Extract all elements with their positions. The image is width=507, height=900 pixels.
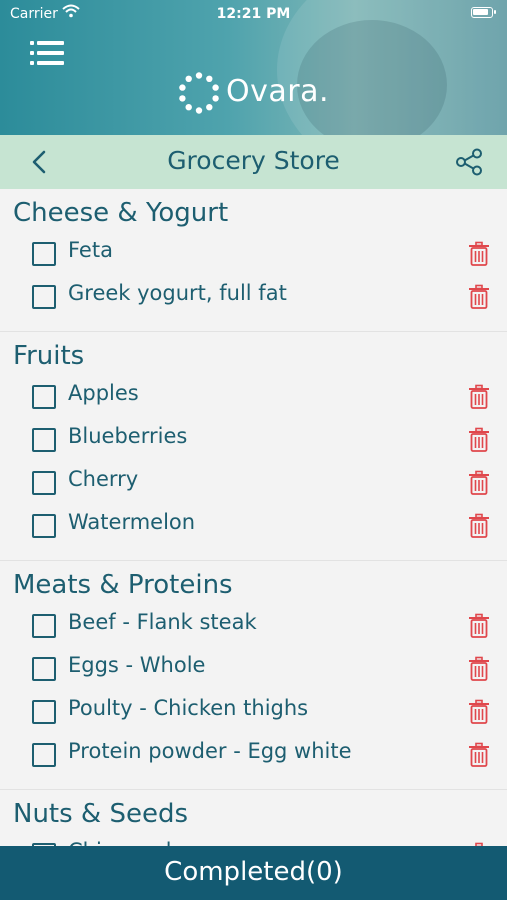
- trash-icon[interactable]: [468, 742, 490, 768]
- trash-icon[interactable]: [468, 427, 490, 453]
- category-section: Meats & Proteins Beef - Flank steak Eggs -…: [0, 561, 507, 790]
- status-bar: Carrier 12:21 PM: [0, 0, 507, 28]
- item-label: Watermelon: [68, 510, 196, 534]
- item-checkbox[interactable]: [32, 385, 56, 409]
- grocery-list: Cheese & Yogurt Feta Greek yogurt, full fa…: [0, 189, 507, 846]
- item-checkbox[interactable]: [32, 614, 56, 638]
- trash-icon[interactable]: [468, 241, 490, 267]
- item-checkbox[interactable]: [32, 743, 56, 767]
- item-checkbox[interactable]: [32, 657, 56, 681]
- list-item: Protein powder - Egg white: [0, 734, 507, 777]
- trash-icon[interactable]: [468, 384, 490, 410]
- app-header: Carrier 12:21 PM Ovara.: [0, 0, 507, 135]
- item-checkbox[interactable]: [32, 428, 56, 452]
- list-item: Apples: [0, 376, 507, 419]
- item-checkbox[interactable]: [32, 242, 56, 266]
- list-item: Chia seeds: [0, 834, 507, 846]
- item-checkbox[interactable]: [32, 471, 56, 495]
- category-title: Fruits: [13, 341, 85, 371]
- category-title: Nuts & Seeds: [13, 799, 189, 829]
- item-label: Cherry: [68, 467, 139, 491]
- item-label: Blueberries: [68, 424, 188, 448]
- list-item: Watermelon: [0, 505, 507, 548]
- item-checkbox[interactable]: [32, 514, 56, 538]
- list-item: Poulty - Chicken thighs: [0, 691, 507, 734]
- item-label: Poulty - Chicken thighs: [68, 696, 309, 720]
- category-section: Cheese & Yogurt Feta Greek yogurt, full fa…: [0, 189, 507, 332]
- item-label: Feta: [68, 238, 113, 262]
- category-section: Fruits Apples Blueberries Cherry Watermelon: [0, 332, 507, 561]
- item-label: Protein powder - Egg white: [68, 739, 352, 763]
- item-label: Greek yogurt, full fat: [68, 281, 287, 305]
- share-icon[interactable]: [454, 147, 484, 177]
- list-item: Feta: [0, 233, 507, 276]
- category-section: Nuts & Seeds Chia seeds: [0, 790, 507, 846]
- page-title: Grocery Store: [167, 146, 340, 175]
- list-item: Eggs - Whole: [0, 648, 507, 691]
- item-checkbox[interactable]: [32, 285, 56, 309]
- trash-icon[interactable]: [468, 513, 490, 539]
- logo-ring-icon: [179, 72, 219, 114]
- list-item: Cherry: [0, 462, 507, 505]
- trash-icon[interactable]: [468, 699, 490, 725]
- nav-bar: Grocery Store: [0, 135, 507, 189]
- trash-icon[interactable]: [468, 470, 490, 496]
- item-label: Eggs - Whole: [68, 653, 206, 677]
- completed-button[interactable]: Completed(0): [0, 846, 507, 900]
- item-label: Chia seeds: [68, 839, 182, 846]
- trash-icon[interactable]: [468, 284, 490, 310]
- trash-icon[interactable]: [468, 656, 490, 682]
- list-item: Beef - Flank steak: [0, 605, 507, 648]
- list-item: Greek yogurt, full fat: [0, 276, 507, 319]
- item-label: Apples: [68, 381, 139, 405]
- clock-label: 12:21 PM: [216, 6, 291, 22]
- category-title: Meats & Proteins: [13, 570, 233, 600]
- brand-name: Ovara.: [226, 74, 330, 109]
- hamburger-menu-icon[interactable]: [30, 38, 64, 68]
- trash-icon[interactable]: [468, 613, 490, 639]
- item-label: Beef - Flank steak: [68, 610, 257, 634]
- list-item: Blueberries: [0, 419, 507, 462]
- category-title: Cheese & Yogurt: [13, 198, 229, 228]
- battery-icon: [471, 7, 496, 18]
- item-checkbox[interactable]: [32, 700, 56, 724]
